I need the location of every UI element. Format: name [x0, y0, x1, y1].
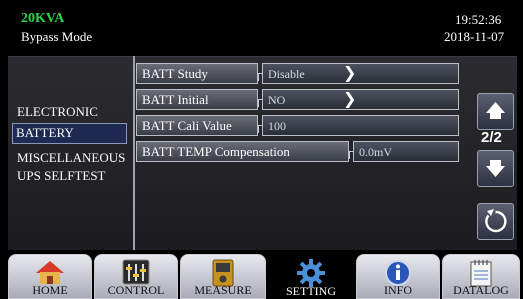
chevron-right-icon[interactable]: ❯ [343, 89, 356, 108]
chevron-right-icon[interactable]: ❯ [343, 63, 356, 82]
tab-measure[interactable]: MEASURE [180, 254, 266, 299]
tab-setting[interactable]: SETTING [268, 254, 354, 299]
setting-label-text: BATT Cali Value [142, 118, 232, 133]
setting-value-text: NO [268, 93, 286, 107]
setting-value-batt-study[interactable]: Disable [262, 63, 459, 84]
page-down-button[interactable] [477, 150, 514, 187]
tab-label: HOME [32, 283, 68, 297]
tab-datalog[interactable]: DATALOG [442, 254, 520, 299]
setting-value-text: 100 [268, 119, 286, 133]
tab-control[interactable]: CONTROL [94, 254, 178, 299]
return-icon [485, 209, 507, 233]
setting-value-text: Disable [268, 67, 305, 81]
back-button[interactable] [477, 203, 514, 240]
sidebar-item-label: BATTERY [16, 125, 74, 140]
setting-value-batt-temp-compensation[interactable]: 0.0mV [353, 141, 459, 162]
ups-display: 20KVA Bypass Mode 19:52:36 2018-11-07 EL… [0, 0, 523, 299]
tab-label: CONTROL [107, 283, 165, 297]
setting-label-batt-cali-value: BATT Cali Value [136, 115, 258, 136]
sliders-icon [122, 259, 150, 285]
page-up-button[interactable] [477, 93, 514, 130]
tab-home[interactable]: HOME [8, 254, 92, 299]
panel-divider [133, 56, 135, 250]
home-icon [36, 261, 64, 284]
clock-date: 2018-11-07 [444, 29, 505, 44]
setting-value-text: 0.0mV [359, 145, 392, 159]
setting-label-batt-study: BATT Study [136, 63, 258, 84]
arrow-down-icon [486, 160, 505, 177]
tab-info[interactable]: INFO [356, 254, 440, 299]
setting-label-batt-initial: BATT Initial [136, 89, 258, 110]
tab-label: MEASURE [194, 283, 252, 297]
setting-value-batt-initial[interactable]: NO [262, 89, 459, 110]
sidebar-item-miscellaneous[interactable]: MISCELLANEOUS [17, 150, 125, 166]
setting-label-batt-temp-compensation: BATT TEMP Compensation [136, 141, 349, 162]
sidebar-item-electronic[interactable]: ELECTRONIC [17, 104, 98, 120]
tab-label: DATALOG [453, 283, 509, 297]
status-header [0, 0, 523, 56]
tab-label: INFO [383, 283, 412, 297]
sidebar-item-battery[interactable]: BATTERY [12, 123, 127, 144]
page-indicator: 2/2 [481, 129, 502, 146]
sidebar-item-ups-selftest[interactable]: UPS SELFTEST [17, 168, 106, 184]
setting-label-text: BATT TEMP Compensation [142, 144, 290, 159]
arrow-up-icon [486, 102, 505, 119]
operating-mode-label: Bypass Mode [21, 29, 93, 44]
clock-time: 19:52:36 [455, 12, 502, 27]
setting-value-batt-cali-value[interactable]: 100 [262, 115, 459, 136]
tab-label: SETTING [286, 284, 336, 298]
setting-label-text: BATT Initial [142, 92, 209, 107]
setting-label-text: BATT Study [142, 66, 208, 81]
ups-model-label: 20KVA [21, 11, 65, 26]
